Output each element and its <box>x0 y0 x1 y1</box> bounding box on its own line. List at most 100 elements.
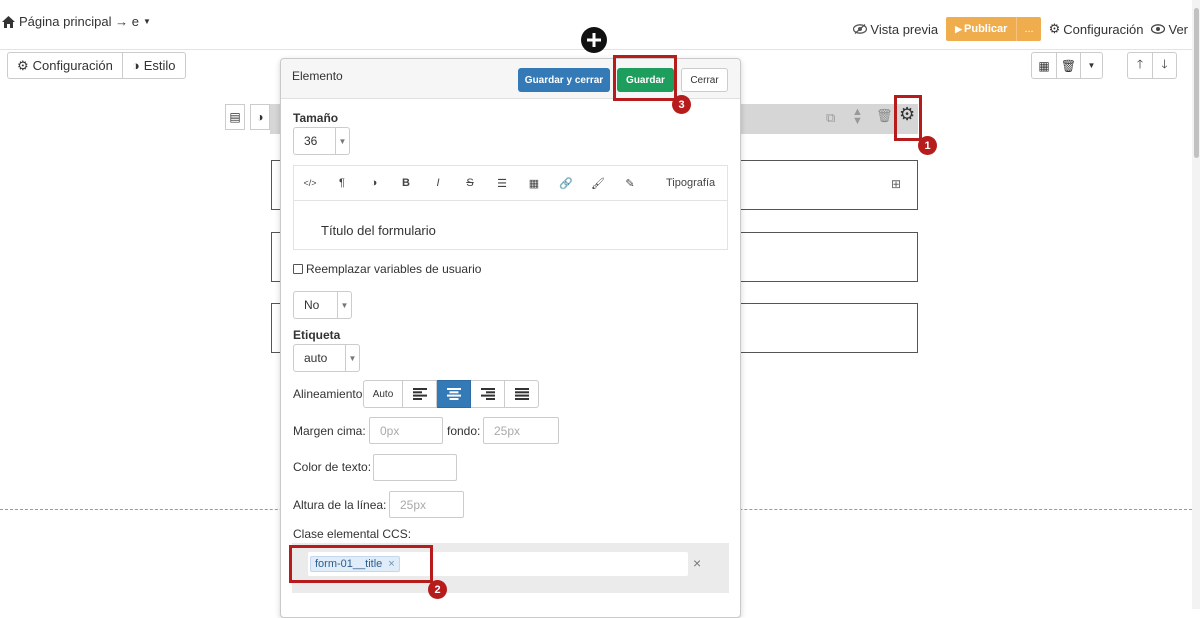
plus-circle-icon <box>587 33 601 47</box>
strikethrough-icon[interactable]: S <box>454 177 486 189</box>
gear-icon[interactable]: ⚙ <box>899 104 915 125</box>
pencil-icon[interactable]: ✎ <box>614 177 646 190</box>
publish-more-button[interactable]: ... <box>1016 17 1041 41</box>
add-element-button[interactable] <box>581 27 607 53</box>
text-color-input[interactable] <box>373 454 457 481</box>
element-dialog: Elemento Guardar y cerrar Guardar Cerrar… <box>280 58 741 618</box>
size-value: 36 <box>304 134 318 148</box>
copy-button[interactable]: ▦ <box>1032 53 1056 78</box>
margin-bottom-input[interactable]: 25px <box>483 417 559 444</box>
align-left-button[interactable] <box>403 380 437 408</box>
editor-toolbar: </> ¶ ◑ B I S ☰ ▦ 🔗 🖌 ✎ Tipografía <box>293 165 728 200</box>
breadcrumb-text[interactable]: Página principal → e <box>19 14 139 29</box>
adjust-icon: ◑ <box>131 58 140 73</box>
italic-icon[interactable]: I <box>422 177 454 189</box>
align-center-button[interactable] <box>437 380 471 408</box>
save-and-close-button[interactable]: Guardar y cerrar <box>518 68 610 92</box>
alignment-label: Alineamiento <box>293 387 363 401</box>
trash-icon[interactable]: 🗑 <box>876 108 893 124</box>
brush-icon[interactable]: 🖌 <box>582 177 614 190</box>
chevron-down-icon: ▼ <box>345 345 359 371</box>
move-down-button[interactable]: 🡓 <box>1152 53 1176 78</box>
field-settings-icon[interactable]: ⊞ <box>891 177 901 191</box>
sort-icon[interactable]: ▲ ▼ <box>852 107 863 127</box>
tag-label: Etiqueta <box>293 328 341 342</box>
form-settings-button[interactable]: ▤ <box>225 104 245 130</box>
duplicate-icon[interactable]: ⧉ <box>826 110 835 126</box>
tag-select-value: auto <box>304 351 328 365</box>
paragraph-icon[interactable]: ¶ <box>326 177 358 189</box>
chevron-down-icon: ▼ <box>335 128 349 154</box>
link-icon[interactable]: 🔗 <box>550 177 582 190</box>
gear-icon: ⚙ <box>1048 21 1061 36</box>
preview-link[interactable]: Vista previa <box>853 22 938 37</box>
tab-configuration[interactable]: ⚙ Configuración <box>8 53 122 78</box>
align-auto-button[interactable]: Auto <box>363 380 403 408</box>
size-label: Tamaño <box>293 111 339 125</box>
line-height-label: Altura de la línea: <box>293 498 387 512</box>
typography-button[interactable]: Tipografía <box>666 177 715 189</box>
bold-icon[interactable]: B <box>390 177 422 189</box>
publish-group: ▶ Publicar ... <box>946 17 1041 41</box>
tab-configuration-label: Configuración <box>32 58 113 73</box>
eye-slash-icon <box>853 24 868 34</box>
play-icon: ▶ <box>955 23 963 34</box>
margin-top-input[interactable]: 0px <box>369 417 443 444</box>
annotation-badge-2: 2 <box>428 580 447 599</box>
eye-icon <box>1151 24 1166 34</box>
chevron-down-icon: ▼ <box>337 292 351 318</box>
clear-tags-icon[interactable]: × <box>693 555 701 571</box>
form-style-button[interactable]: ◑ <box>250 104 270 130</box>
css-class-label: Clase elemental CCS: <box>293 527 412 541</box>
alignment-group: Auto <box>363 380 539 408</box>
trash-icon: 🗑 <box>1060 58 1077 73</box>
publish-label: Publicar <box>964 23 1008 35</box>
replace-vars-row[interactable]: Reemplazar variables de usuario <box>293 262 481 276</box>
settings-link[interactable]: ⚙ Configuración <box>1049 21 1144 37</box>
tab-style[interactable]: ◑ Estilo <box>121 53 185 78</box>
arrow-down-icon: 🡓 <box>1161 57 1168 71</box>
move-toolbar: 🡑 🡓 <box>1127 52 1177 79</box>
align-right-button[interactable] <box>471 380 505 408</box>
close-button[interactable]: Cerrar <box>681 68 728 92</box>
preview-label: Vista previa <box>870 21 939 37</box>
arrow-up-icon: 🡑 <box>1136 57 1144 71</box>
gear-icon: ⚙ <box>17 57 29 73</box>
element-toolbar: ▦ 🗑 ▼ <box>1031 52 1103 79</box>
home-icon <box>2 15 15 28</box>
no-select[interactable]: No ▼ <box>293 291 352 319</box>
delete-button[interactable]: 🗑 <box>1056 53 1080 78</box>
no-select-value: No <box>304 298 320 312</box>
size-select[interactable]: 36 ▼ <box>293 127 350 155</box>
publish-button[interactable]: ▶ Publicar <box>946 17 1017 41</box>
code-view-icon[interactable]: </> <box>294 178 326 188</box>
tag-select[interactable]: auto ▼ <box>293 344 360 372</box>
scrollbar-thumb[interactable] <box>1194 8 1199 158</box>
adjust-icon: ◑ <box>256 110 264 124</box>
settings-label: Configuración <box>1063 21 1144 37</box>
css-class-highlight <box>289 545 433 583</box>
align-center-icon <box>446 388 461 400</box>
editor-content[interactable]: Título del formulario <box>293 200 728 250</box>
top-actions: Vista previa ▶ Publicar ... ⚙ Configurac… <box>853 17 1188 41</box>
editor-text[interactable]: Título del formulario <box>321 223 436 238</box>
tab-style-label: Estilo <box>143 58 176 73</box>
breadcrumb[interactable]: Página principal → e ▼ <box>2 14 151 29</box>
annotation-badge-1: 1 <box>918 136 937 155</box>
list-icon[interactable]: ☰ <box>486 177 518 190</box>
align-justify-button[interactable] <box>505 380 539 408</box>
adjust-icon[interactable]: ◑ <box>358 177 390 189</box>
annotation-badge-3: 3 <box>672 95 691 114</box>
align-right-icon <box>480 388 495 400</box>
replace-vars-checkbox[interactable] <box>293 264 303 274</box>
caret-down-icon: ▼ <box>1087 61 1096 70</box>
caret-down-icon: ▼ <box>142 17 151 26</box>
line-height-input[interactable]: 25px <box>389 491 464 518</box>
view-link[interactable]: Ver <box>1151 22 1188 37</box>
table-icon[interactable]: ▦ <box>518 177 550 190</box>
panel-tabs: ⚙ Configuración ◑ Estilo <box>7 52 186 79</box>
align-left-icon <box>412 388 427 400</box>
dialog-title: Elemento <box>292 69 343 83</box>
move-up-button[interactable]: 🡑 <box>1128 53 1152 78</box>
more-dropdown-button[interactable]: ▼ <box>1080 53 1102 78</box>
